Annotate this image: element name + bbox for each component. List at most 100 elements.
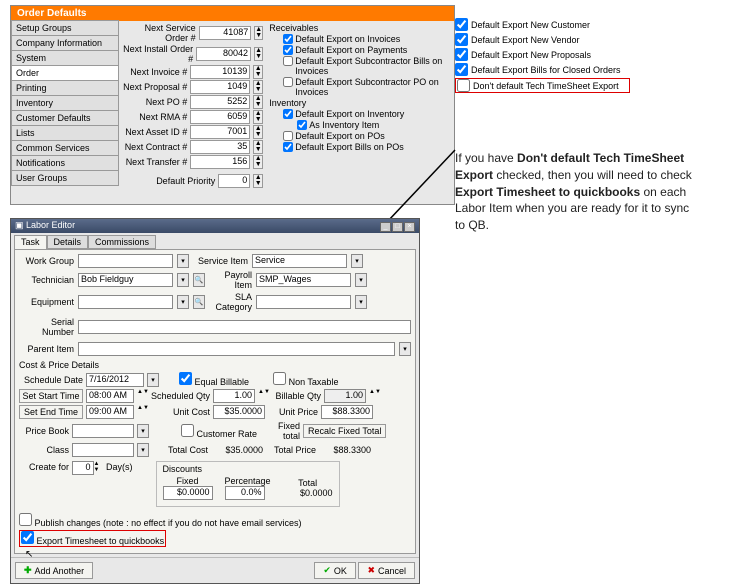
search-icon[interactable]: 🔍: [193, 273, 205, 287]
minimize-icon[interactable]: _: [380, 222, 391, 232]
default-export-payments-checkbox[interactable]: [283, 45, 293, 55]
customer-rate-checkbox[interactable]: [181, 424, 194, 437]
schedule-date-input[interactable]: 7/16/2012: [86, 373, 144, 387]
dropdown-icon[interactable]: ▾: [177, 295, 189, 309]
dont-default-timesheet-checkbox[interactable]: [457, 79, 470, 92]
default-export-sub-po-checkbox[interactable]: [283, 77, 293, 87]
sidebar-user-groups[interactable]: User Groups: [11, 170, 119, 186]
parent-input[interactable]: [78, 342, 395, 356]
sidebar-setup-groups[interactable]: Setup Groups: [11, 20, 119, 36]
close-icon[interactable]: ×: [404, 222, 415, 232]
next-asset-id-input[interactable]: 7001: [190, 125, 250, 139]
dropdown-icon[interactable]: ▾: [355, 273, 367, 287]
start-time-input[interactable]: 08:00 AM: [86, 389, 134, 403]
add-another-button[interactable]: ✚Add Another: [15, 562, 93, 579]
sidebar-inventory[interactable]: Inventory: [11, 95, 119, 111]
dropdown-icon[interactable]: ▾: [177, 273, 189, 287]
search-icon[interactable]: 🔍: [193, 295, 205, 309]
labor-editor-titlebar[interactable]: ▣ Labor Editor _□×: [11, 219, 419, 233]
stepper-icon[interactable]: ▲▼: [253, 80, 263, 94]
next-proposal-input[interactable]: 1049: [190, 80, 250, 94]
stepper-icon[interactable]: ▲▼: [253, 95, 263, 109]
percentage-input[interactable]: 0.0%: [225, 486, 265, 500]
sidebar-lists[interactable]: Lists: [11, 125, 119, 141]
tab-details[interactable]: Details: [47, 235, 89, 249]
next-service-order-input[interactable]: 41087: [199, 26, 252, 40]
stepper-icon[interactable]: ▲▼: [253, 65, 263, 79]
billable-qty-input[interactable]: 1.00: [324, 389, 366, 403]
default-export-inventory-checkbox[interactable]: [283, 109, 293, 119]
as-inventory-item-checkbox[interactable]: [297, 120, 307, 130]
stepper-icon[interactable]: ▲▼: [369, 389, 379, 403]
export-bills-closed-checkbox[interactable]: [455, 63, 468, 76]
set-start-time-button[interactable]: Set Start Time: [19, 389, 83, 403]
next-install-order-input[interactable]: 80042: [196, 47, 251, 61]
create-for-input[interactable]: 0: [72, 461, 94, 475]
sidebar-notifications[interactable]: Notifications: [11, 155, 119, 171]
next-rma-input[interactable]: 6059: [190, 110, 250, 124]
export-timesheet-checkbox[interactable]: [21, 531, 34, 544]
equal-billable-checkbox[interactable]: [179, 372, 192, 385]
price-book-input[interactable]: [72, 424, 134, 438]
stepper-icon[interactable]: ▲▼: [253, 140, 263, 154]
next-po-input[interactable]: 5252: [190, 95, 250, 109]
default-priority-input[interactable]: 0: [218, 174, 250, 188]
stepper-icon[interactable]: ▲▼: [137, 405, 147, 419]
stepper-icon[interactable]: ▲▼: [253, 155, 263, 169]
fixed-input[interactable]: $0.0000: [163, 486, 213, 500]
ok-button[interactable]: ✔OK: [314, 562, 356, 579]
default-export-sub-bills-checkbox[interactable]: [283, 56, 293, 66]
dropdown-icon[interactable]: ▾: [137, 424, 149, 438]
unit-cost-input[interactable]: $35.0000: [213, 405, 265, 419]
sidebar-company-info[interactable]: Company Information: [11, 35, 119, 51]
technician-label: Technician: [19, 275, 74, 285]
export-new-vendor-checkbox[interactable]: [455, 33, 468, 46]
default-export-bills-pos-checkbox[interactable]: [283, 142, 293, 152]
stepper-icon[interactable]: ▲▼: [258, 389, 268, 403]
cancel-button[interactable]: ✖Cancel: [358, 562, 415, 579]
sidebar-common-services[interactable]: Common Services: [11, 140, 119, 156]
publish-changes-checkbox[interactable]: [19, 513, 32, 526]
dropdown-icon[interactable]: ▾: [177, 254, 189, 268]
next-transfer-input[interactable]: 156: [190, 155, 250, 169]
technician-input[interactable]: Bob Fieldguy: [78, 273, 173, 287]
service-item-input[interactable]: Service: [252, 254, 347, 268]
stepper-icon[interactable]: ▲▼: [253, 125, 263, 139]
next-invoice-input[interactable]: 10139: [190, 65, 250, 79]
sidebar-printing[interactable]: Printing: [11, 80, 119, 96]
stepper-icon[interactable]: ▲▼: [137, 389, 147, 403]
dropdown-icon[interactable]: ▾: [147, 373, 159, 387]
scheduled-qty-input[interactable]: 1.00: [213, 389, 255, 403]
dropdown-icon[interactable]: ▾: [137, 443, 149, 457]
class-input[interactable]: [72, 443, 134, 457]
set-end-time-button[interactable]: Set End Time: [19, 405, 83, 419]
recalc-fixed-total-button[interactable]: Recalc Fixed Total: [303, 424, 386, 438]
tab-task[interactable]: Task: [14, 235, 47, 249]
stepper-icon[interactable]: ▲▼: [254, 26, 263, 40]
sidebar-order[interactable]: Order: [11, 65, 119, 81]
stepper-icon[interactable]: ▲▼: [253, 174, 263, 188]
non-taxable-checkbox[interactable]: [273, 372, 286, 385]
end-time-input[interactable]: 09:00 AM: [86, 405, 134, 419]
default-export-invoices-checkbox[interactable]: [283, 34, 293, 44]
dropdown-icon[interactable]: ▾: [399, 342, 411, 356]
export-new-proposals-checkbox[interactable]: [455, 48, 468, 61]
sidebar-customer-defaults[interactable]: Customer Defaults: [11, 110, 119, 126]
tab-commissions[interactable]: Commissions: [88, 235, 156, 249]
maximize-icon[interactable]: □: [392, 222, 403, 232]
work-group-input[interactable]: [78, 254, 173, 268]
dropdown-icon[interactable]: ▾: [351, 254, 363, 268]
equipment-input[interactable]: [78, 295, 173, 309]
payroll-item-input[interactable]: SMP_Wages: [256, 273, 351, 287]
default-export-pos-checkbox[interactable]: [283, 131, 293, 141]
serial-input[interactable]: [78, 320, 411, 334]
dropdown-icon[interactable]: ▾: [355, 295, 367, 309]
unit-price-input[interactable]: $88.3300: [321, 405, 373, 419]
sla-input[interactable]: [256, 295, 351, 309]
sidebar-system[interactable]: System: [11, 50, 119, 66]
stepper-icon[interactable]: ▲▼: [94, 461, 104, 475]
stepper-icon[interactable]: ▲▼: [254, 47, 263, 61]
next-contract-input[interactable]: 35: [190, 140, 250, 154]
export-new-customer-checkbox[interactable]: [455, 18, 468, 31]
stepper-icon[interactable]: ▲▼: [253, 110, 263, 124]
